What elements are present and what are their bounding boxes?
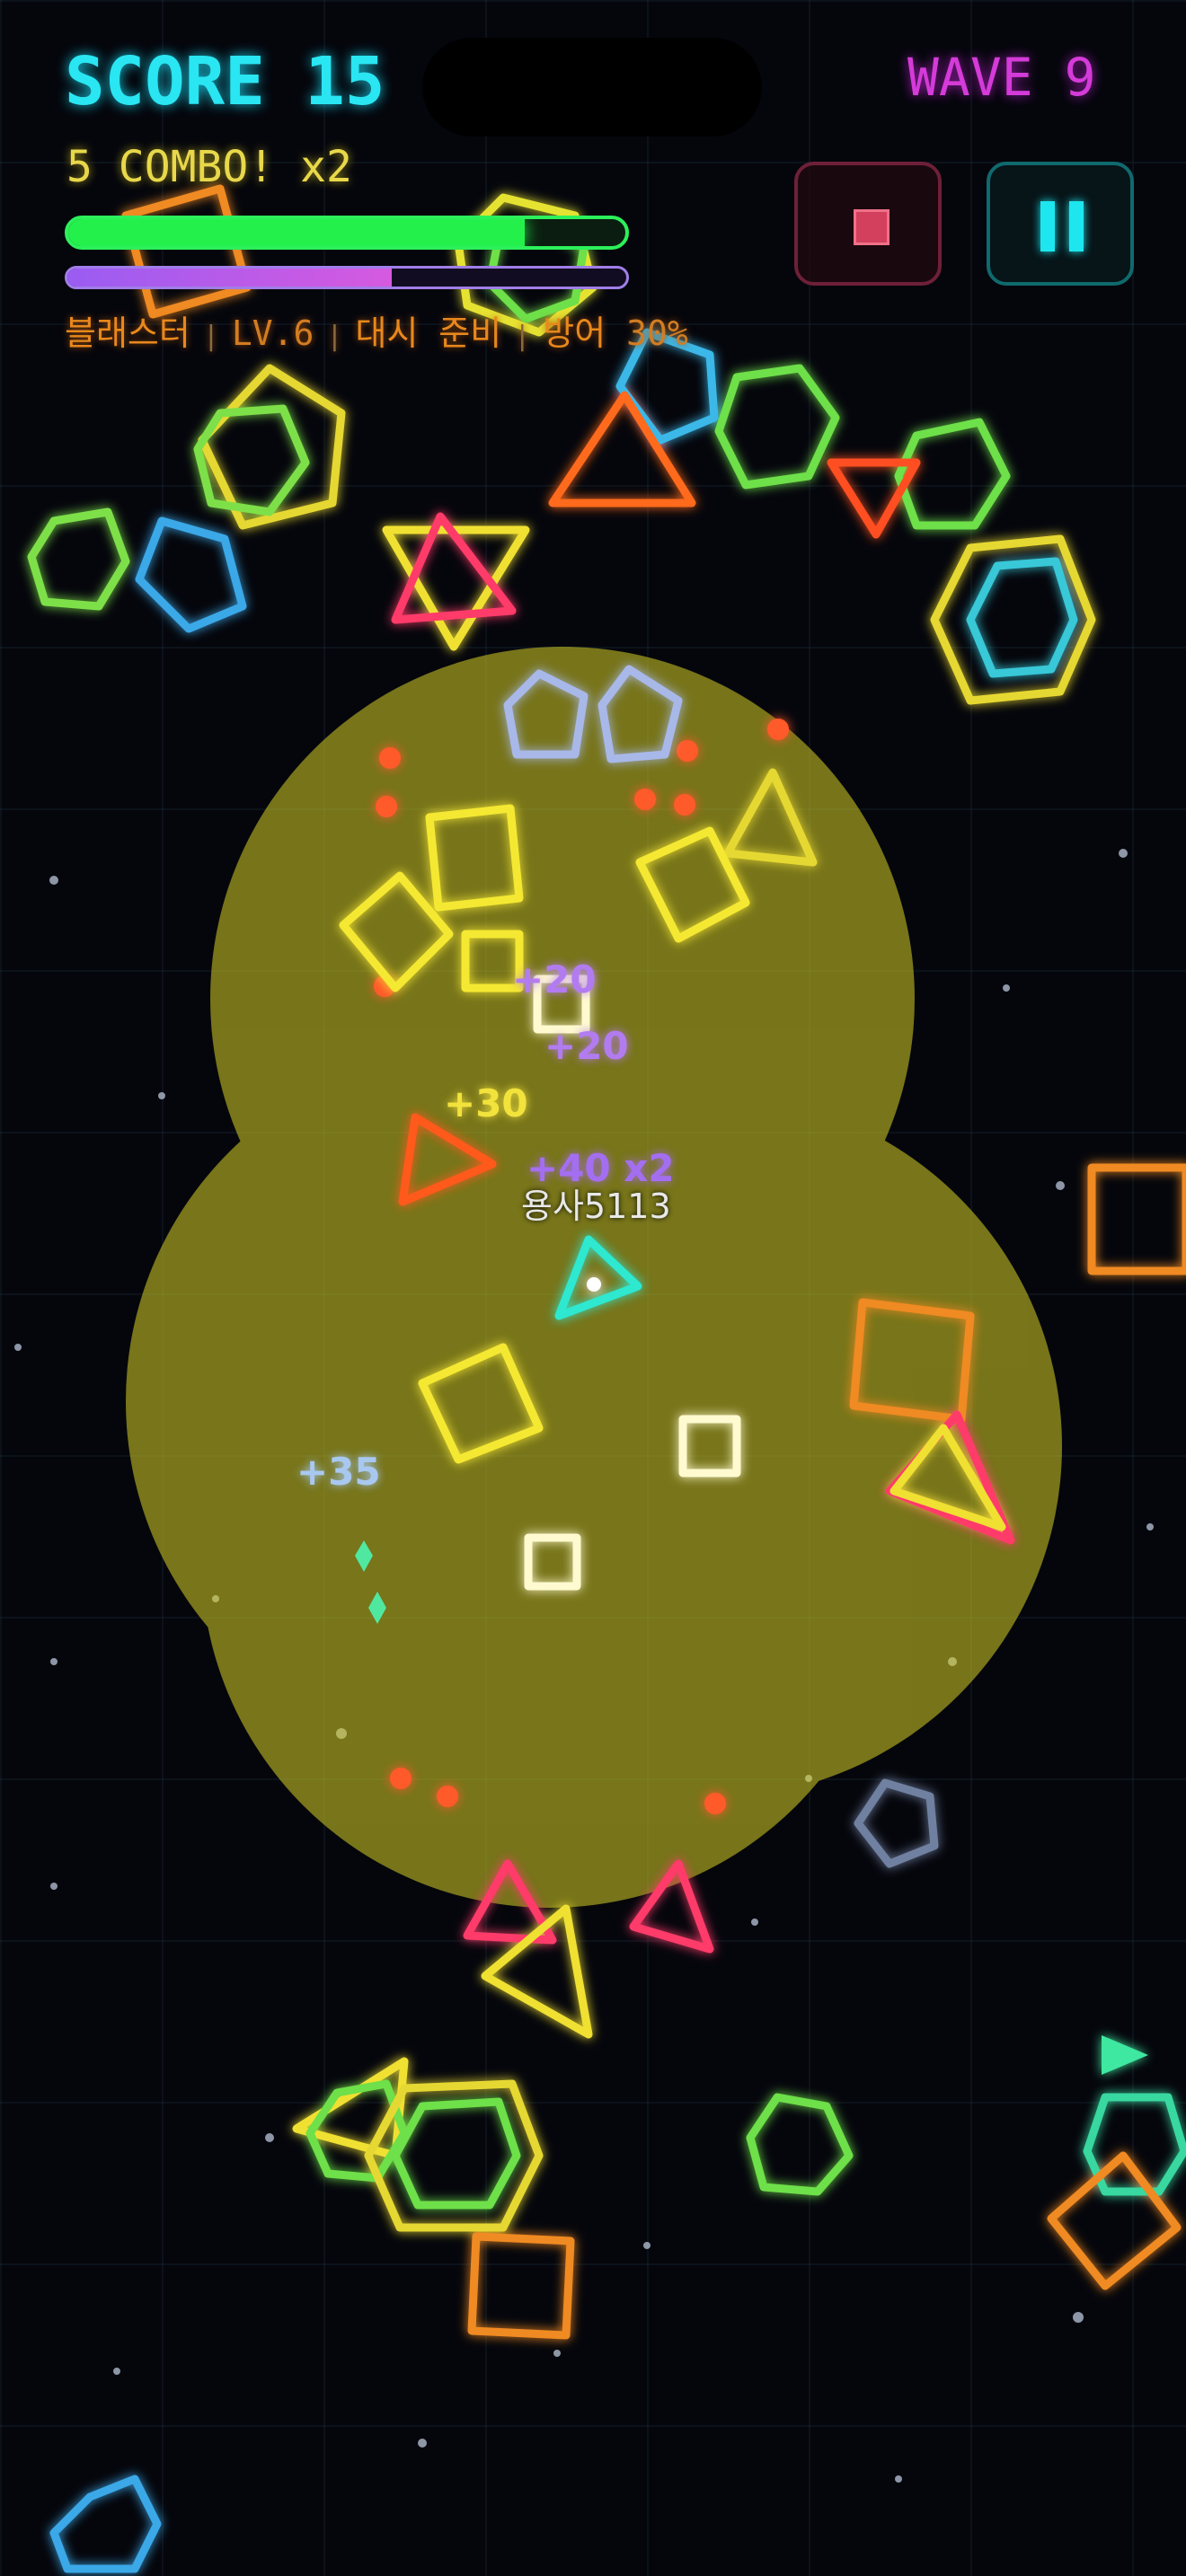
enemy-hexagon [391,2097,521,2210]
enemy-pentagon [854,1778,939,1868]
wave-label: WAVE 9 [907,47,1096,108]
status-separator: | [202,321,219,352]
health-bar-fill [68,219,526,246]
enemy-hexagon [746,2093,854,2196]
score-label: SCORE 15 [65,43,385,120]
shield-label: 방어 [543,313,606,353]
play-field [14,184,1186,2573]
enemy-hexagon [305,2079,409,2183]
score-popup: +35 [296,1450,381,1494]
enemy-triangle [548,391,696,507]
weapon-level: LV.6 [231,313,314,353]
player-name-label: 용사5113 [521,1187,671,1226]
health-bar [65,216,629,250]
combo-label: 5 COMBO! x2 [66,142,352,192]
enemy-hexagon [27,507,130,611]
enemy-pentagon [49,2475,162,2573]
pause-icon [1040,201,1084,251]
status-line: 블래스터 | LV.6 | 대시 준비 | 방어 30% [65,305,688,355]
stop-square-icon [854,209,890,245]
pause-button[interactable] [987,162,1134,286]
enemy-square [1047,2151,1182,2290]
enemy-square [467,2232,575,2340]
score-popup: +30 [444,1081,528,1125]
score-popup: +20 [544,1024,629,1068]
enemy-hexagon [966,557,1078,678]
stop-button[interactable] [794,162,942,286]
enemy-hexagon [714,364,840,490]
status-separator: | [326,321,343,352]
enemy-pentagon [135,516,247,633]
offscreen-indicator-arrow-icon [1102,2035,1148,2075]
game-screen[interactable]: SCORE 15 WAVE 9 5 COMBO! x2 블래스터 | LV.6 | 대시… [0,0,1186,2576]
enemy-triangle [481,1904,593,2039]
experience-bar [65,266,629,289]
status-separator: | [514,321,531,352]
dash-status: 대시 준비 [355,313,502,353]
experience-bar-fill [67,269,392,287]
camera-notch [422,38,762,137]
enemy-square [1087,1163,1186,1275]
enemy-square [121,184,252,319]
score-popup: +20 [512,957,597,1001]
weapon-name: 블래스터 [65,313,190,353]
shield-value: 30% [626,313,688,353]
